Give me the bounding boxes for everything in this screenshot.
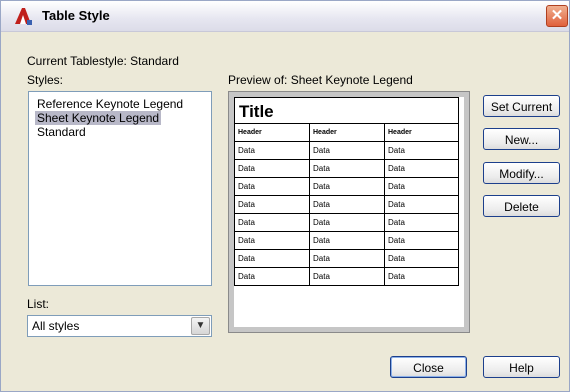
preview-data-cell: Data [309,177,385,196]
close-button[interactable]: Close [390,356,467,378]
autocad-app-icon [13,6,33,26]
preview-data-cell: Data [384,177,459,196]
preview-data-row: Data Data Data [234,267,459,286]
preview-data-row: Data Data Data [234,159,459,178]
preview-data-cell: Data [309,231,385,250]
current-tablestyle-label: Current Tablestyle: Standard [27,54,179,68]
preview-data-cell: Data [309,141,385,160]
preview-data-cell: Data [384,141,459,160]
table-preview: Title Header Header Header Data Data Data Data… [228,91,470,333]
preview-data-cell: Data [234,267,310,286]
window-title: Table Style [42,8,110,23]
preview-header-cell: Header [384,123,459,142]
preview-data-cell: Data [384,159,459,178]
preview-data-cell: Data [309,213,385,232]
preview-data-cell: Data [384,213,459,232]
preview-data-row: Data Data Data [234,195,459,214]
delete-button[interactable]: Delete [483,195,560,217]
preview-title: Title [234,97,459,124]
preview-data-row: Data Data Data [234,141,459,160]
preview-data-cell: Data [234,249,310,268]
preview-header-cell: Header [234,123,310,142]
help-button[interactable]: Help [483,356,560,378]
list-label: List: [27,297,50,311]
modify-button[interactable]: Modify... [483,162,560,184]
preview-data-cell: Data [384,231,459,250]
list-filter-dropdown[interactable]: All styles ▼ [27,315,212,337]
styles-label: Styles: [27,73,64,87]
preview-data-cell: Data [309,267,385,286]
close-window-button[interactable]: ✕ [546,5,568,27]
preview-data-row: Data Data Data [234,231,459,250]
preview-header-cell: Header [309,123,385,142]
preview-data-row: Data Data Data [234,177,459,196]
preview-data-cell: Data [234,195,310,214]
list-filter-value: All styles [32,319,80,333]
preview-data-row: Data Data Data [234,213,459,232]
preview-label: Preview of: Sheet Keynote Legend [228,73,413,87]
title-bar[interactable]: Table Style ✕ [1,1,569,32]
styles-list[interactable]: Reference Keynote Legend Sheet Keynote Le… [28,91,212,286]
table-style-dialog: Table Style ✕ Current Tablestyle: Standa… [0,0,570,392]
chevron-down-icon[interactable]: ▼ [191,317,210,335]
preview-paper: Title Header Header Header Data Data Data Data… [234,97,464,327]
set-current-button[interactable]: Set Current [483,95,560,117]
preview-data-cell: Data [234,231,310,250]
preview-data-cell: Data [309,195,385,214]
preview-data-cell: Data [309,159,385,178]
preview-data-cell: Data [384,195,459,214]
preview-data-cell: Data [384,267,459,286]
preview-data-cell: Data [234,177,310,196]
style-list-item[interactable]: Standard [35,125,88,139]
preview-data-row: Data Data Data [234,249,459,268]
preview-data-cell: Data [234,141,310,160]
style-list-item[interactable]: Reference Keynote Legend [35,97,185,111]
preview-header-row: Header Header Header [234,123,459,142]
preview-data-cell: Data [309,249,385,268]
preview-data-cell: Data [234,159,310,178]
preview-data-cell: Data [384,249,459,268]
preview-data-cell: Data [234,213,310,232]
new-button[interactable]: New... [483,128,560,150]
style-list-item[interactable]: Sheet Keynote Legend [35,111,162,125]
